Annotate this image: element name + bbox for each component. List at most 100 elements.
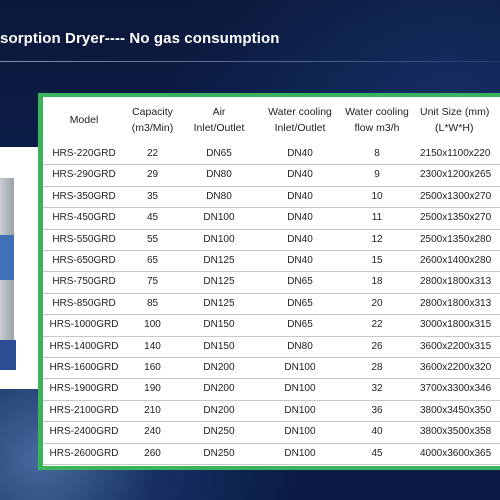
dryer-machine-band bbox=[0, 235, 14, 280]
cell-size: 3600x2200x315 bbox=[420, 340, 492, 352]
cell-model: HRS-1400GRD bbox=[49, 340, 119, 352]
header-size: Unit Size (mm) (L*W*H) bbox=[420, 97, 500, 143]
cell-water: DN40 bbox=[287, 255, 313, 266]
table-row: HRS-650GRD 65 DN125 DN40 15 2600x1400x280 bbox=[43, 250, 500, 273]
cell-air: DN250 bbox=[203, 426, 235, 438]
cell-water: DN100 bbox=[284, 447, 316, 459]
header-air-line1: Air bbox=[212, 106, 226, 118]
cell-flow: 9 bbox=[374, 169, 380, 181]
cell-flow: 10 bbox=[371, 190, 383, 202]
cell-model: HRS-290GRD bbox=[52, 169, 116, 181]
cell-water: DN40 bbox=[287, 212, 313, 224]
cell-model: HRS-550GRD bbox=[52, 233, 116, 245]
header-model: Model bbox=[43, 97, 125, 143]
title-underline bbox=[0, 61, 500, 62]
cell-capacity: 85 bbox=[146, 297, 159, 309]
cell-flow: 26 bbox=[371, 340, 383, 352]
cell-water: DN80 bbox=[287, 340, 313, 352]
cell-water: DN100 bbox=[284, 426, 316, 438]
header-size-line2: (L*W*H) bbox=[435, 122, 474, 134]
header-water-line1: Water cooling bbox=[268, 106, 332, 118]
cell-size: 3600x2200x320 bbox=[420, 362, 492, 373]
header-capacity-line1: Capacity bbox=[132, 106, 173, 118]
cell-size: 2800x1800x313 bbox=[420, 276, 492, 288]
cell-model: HRS-350GRD bbox=[52, 190, 116, 202]
cell-capacity: 22 bbox=[146, 148, 159, 159]
cell-capacity: 29 bbox=[146, 169, 159, 181]
cell-flow: 15 bbox=[371, 255, 383, 266]
cell-model: HRS-2400GRD bbox=[49, 426, 119, 438]
cell-capacity: 55 bbox=[146, 233, 159, 245]
cell-size: 2500x1350x280 bbox=[420, 233, 492, 245]
cell-capacity: 75 bbox=[146, 276, 159, 288]
cell-capacity: 45 bbox=[146, 212, 159, 224]
table-row: HRS-1400GRD 140 DN150 DN80 26 3600x2200x315 bbox=[43, 336, 500, 358]
cell-capacity: 100 bbox=[144, 319, 161, 331]
cell-capacity: 140 bbox=[144, 340, 161, 352]
header-water: Water cooling Inlet/Outlet bbox=[258, 97, 342, 143]
cell-size: 3700x3300x346 bbox=[420, 383, 492, 395]
cell-model: HRS-1900GRD bbox=[49, 383, 119, 395]
cell-capacity: 190 bbox=[144, 383, 161, 395]
table-row: HRS-350GRD 35 DN80 DN40 10 2500x1300x270 bbox=[43, 186, 500, 209]
cell-size: 2800x1800x313 bbox=[420, 297, 492, 309]
cell-flow: 11 bbox=[371, 212, 383, 224]
cell-flow: 12 bbox=[371, 233, 383, 245]
cell-air: DN100 bbox=[203, 212, 235, 224]
header-water-line2: Inlet/Outlet bbox=[274, 122, 326, 134]
cell-flow: 36 bbox=[371, 404, 383, 416]
cell-water: DN40 bbox=[287, 169, 313, 181]
cell-air: DN200 bbox=[203, 383, 235, 395]
cell-air: DN80 bbox=[206, 190, 232, 202]
cell-size: 2500x1350x270 bbox=[420, 212, 492, 224]
table-row: HRS-2100GRD 210 DN200 DN100 36 3800x3450x350 bbox=[43, 400, 500, 423]
cell-capacity: 240 bbox=[144, 426, 161, 438]
cell-air: DN65 bbox=[206, 148, 232, 159]
cell-air: DN250 bbox=[203, 447, 235, 459]
table-row: HRS-850GRD 85 DN125 DN65 20 2800x1800x313 bbox=[43, 293, 500, 316]
cell-model: HRS-1600GRD bbox=[49, 362, 119, 373]
table-row: HRS-1000GRD 100 DN150 DN65 22 3000x1800x315 bbox=[43, 314, 500, 337]
cell-capacity: 160 bbox=[144, 362, 161, 373]
spec-table: Model Capacity (m3/Min) Air Inlet/Outlet… bbox=[43, 97, 500, 466]
header-model-line1: Model bbox=[69, 114, 99, 126]
cell-flow: 28 bbox=[371, 362, 383, 373]
header-capacity: Capacity (m3/Min) bbox=[125, 97, 180, 143]
cell-air: DN80 bbox=[206, 169, 232, 181]
table-row: HRS-220GRD 22 DN65 DN40 8 2150x1100x220 bbox=[43, 143, 500, 166]
cell-size: 2600x1400x280 bbox=[420, 255, 492, 266]
table-header: Model Capacity (m3/Min) Air Inlet/Outlet… bbox=[43, 97, 500, 143]
cell-model: HRS-1000GRD bbox=[49, 319, 119, 331]
cell-flow: 18 bbox=[371, 276, 383, 288]
dryer-machine-base bbox=[0, 340, 16, 370]
cell-flow: 20 bbox=[371, 297, 383, 309]
cell-air: DN200 bbox=[203, 404, 235, 416]
cell-capacity: 35 bbox=[146, 190, 159, 202]
cell-flow: 22 bbox=[371, 319, 383, 331]
table-row: HRS-290GRD 29 DN80 DN40 9 2300x1200x265 bbox=[43, 164, 500, 187]
cell-size: 4000x3600x365 bbox=[420, 447, 492, 459]
table-row: HRS-1900GRD 190 DN200 DN100 32 3700x3300x346 bbox=[43, 378, 500, 401]
cell-size: 2150x1100x220 bbox=[420, 148, 491, 159]
header-flow: Water cooling flow m3/h bbox=[342, 97, 412, 143]
cell-size: 3000x1800x315 bbox=[420, 319, 492, 331]
table-row: HRS-750GRD 75 DN125 DN65 18 2800x1800x313 bbox=[43, 271, 500, 294]
header-flow-line2: flow m3/h bbox=[354, 122, 400, 134]
cell-model: HRS-850GRD bbox=[52, 297, 116, 309]
cell-model: HRS-650GRD bbox=[52, 255, 116, 266]
cell-model: HRS-220GRD bbox=[52, 148, 116, 159]
cell-model: HRS-2100GRD bbox=[49, 404, 119, 416]
cell-water: DN40 bbox=[287, 190, 313, 202]
cell-air: DN150 bbox=[203, 319, 235, 331]
table-row: HRS-1600GRD 160 DN200 DN100 28 3600x2200x320 bbox=[43, 357, 500, 380]
cell-water: DN40 bbox=[287, 148, 313, 159]
cell-water: DN100 bbox=[284, 404, 316, 416]
header-air: Air Inlet/Outlet bbox=[180, 97, 258, 143]
cell-size: 3800x3500x358 bbox=[420, 426, 492, 438]
cell-model: HRS-2600GRD bbox=[49, 447, 119, 459]
cell-flow: 32 bbox=[371, 383, 383, 395]
cell-water: DN100 bbox=[284, 362, 316, 373]
cell-air: DN125 bbox=[203, 255, 235, 266]
cell-model: HRS-750GRD bbox=[52, 276, 116, 288]
cell-air: DN100 bbox=[203, 233, 235, 245]
